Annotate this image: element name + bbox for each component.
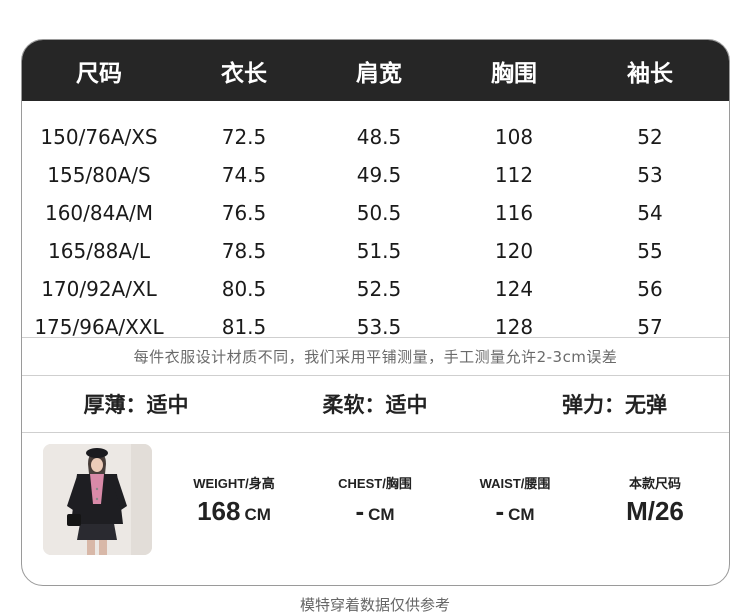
cell-length: 80.5 [221,277,267,301]
cell-chest: 128 [494,315,534,339]
chest-label: CHEST/胸围 [338,476,412,491]
model-photo [43,444,152,555]
model-size: 本款尺码 M/26 [607,473,703,527]
cell-shoulder: 49.5 [356,163,402,187]
cell-sleeve: 55 [637,239,663,263]
cell-sleeve: 54 [637,201,663,225]
cell-chest: 108 [494,125,534,149]
cell-sleeve: 57 [637,315,663,339]
size-label: 本款尺码 [628,476,681,491]
waist-unit: CM [508,505,535,524]
cell-size: 155/80A/S [47,163,151,187]
cell-shoulder: 51.5 [356,239,402,263]
table-body: 150/76A/XS 72.5 48.5 108 52 155/80A/S 74… [22,101,729,339]
height-number: 168 [197,496,241,526]
cell-size: 170/92A/XL [41,277,157,301]
cell-size: 175/96A/XXL [34,315,164,339]
cell-length: 81.5 [221,315,267,339]
table-header: 尺码 衣长 肩宽 胸围 袖长 [22,40,729,101]
cell-length: 78.5 [221,239,267,263]
size-value: M/26 [626,496,684,526]
cell-shoulder: 50.5 [356,201,402,225]
table-row: 155/80A/S 74.5 49.5 112 53 [22,156,729,194]
fabric-properties: 厚薄：适中 柔软：适中 弹力：无弹 [22,376,729,432]
property-thickness: 厚薄：适中 [83,393,189,417]
waist-label: WAIST/腰围 [479,476,551,491]
waist-value: - CM [467,496,563,527]
waist-number: - [495,496,505,526]
cell-length: 76.5 [221,201,267,225]
table-row: 150/76A/XS 72.5 48.5 108 52 [22,118,729,156]
header-size: 尺码 [76,60,122,87]
size-chart-card: 尺码 衣长 肩宽 胸围 袖长 150/76A/XS 72.5 48.5 108 … [21,39,730,586]
cell-shoulder: 52.5 [356,277,402,301]
model-chest: CHEST/胸围 - CM [327,473,423,527]
cell-sleeve: 52 [637,125,663,149]
model-figure-icon [43,444,152,555]
header-length: 衣长 [221,60,267,87]
cell-sleeve: 56 [637,277,663,301]
chest-value: - CM [327,496,423,527]
cell-chest: 120 [494,239,534,263]
height-label: WEIGHT/身高 [193,476,275,491]
chest-number: - [355,496,365,526]
cell-shoulder: 48.5 [356,125,402,149]
header-shoulder: 肩宽 [356,60,402,87]
table-row: 170/92A/XL 80.5 52.5 124 56 [22,270,729,308]
cell-sleeve: 53 [637,163,663,187]
cell-chest: 116 [494,201,534,225]
chest-unit: CM [368,505,395,524]
height-unit: CM [244,505,271,524]
table-row: 160/84A/M 76.5 50.5 116 54 [22,194,729,232]
cell-length: 72.5 [221,125,267,149]
cell-chest: 124 [494,277,534,301]
header-sleeve: 袖长 [627,60,673,87]
header-chest: 胸围 [491,60,537,87]
model-waist: WAIST/腰围 - CM [467,473,563,527]
cell-size: 150/76A/XS [40,125,158,149]
cell-chest: 112 [494,163,534,187]
measurement-note: 每件衣服设计材质不同，我们采用平铺测量，手工测量允许2-3cm误差 [133,348,618,366]
cell-shoulder: 53.5 [356,315,402,339]
property-elasticity: 弹力：无弹 [562,393,667,417]
cell-size: 160/84A/M [44,201,154,225]
table-row: 165/88A/L 78.5 51.5 120 55 [22,232,729,270]
model-height: WEIGHT/身高 168 CM [186,473,282,527]
cell-length: 74.5 [221,163,267,187]
cell-size: 165/88A/L [48,239,150,263]
property-softness: 柔软：适中 [322,393,428,417]
height-value: 168 CM [186,496,282,527]
model-info: WEIGHT/身高 168 CM CHEST/胸围 - CM WAIST/腰围 -C… [22,433,729,583]
